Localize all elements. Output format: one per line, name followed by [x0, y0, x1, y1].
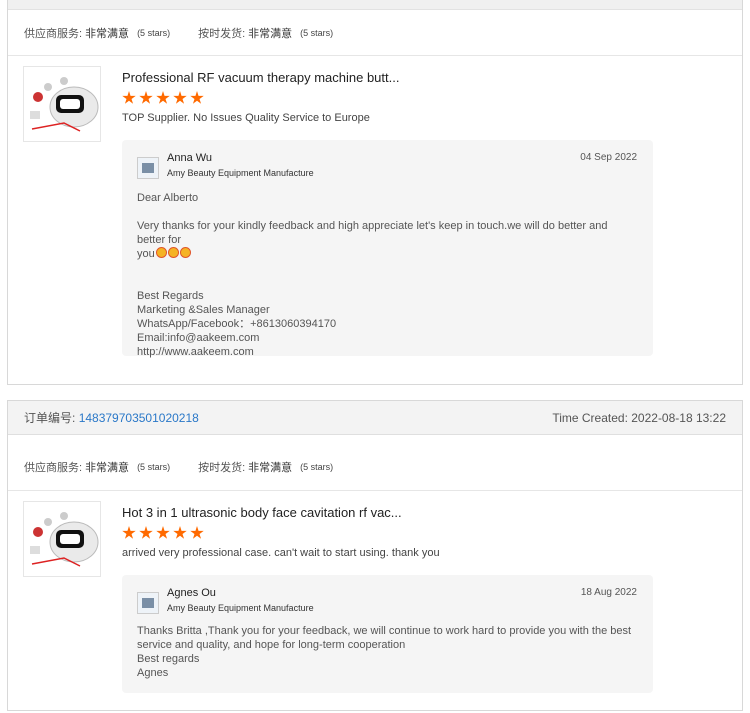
reply-author-name: Anna Wu	[167, 152, 213, 164]
smiling-face-emoji-icon	[167, 247, 179, 258]
smiling-face-emoji-icon	[155, 247, 167, 258]
card-header-strip	[8, 0, 742, 10]
reply-line: Very thanks for your kindly feedback and…	[137, 220, 608, 246]
reply-date: 18 Aug 2022	[580, 587, 637, 598]
reply-line	[137, 275, 637, 289]
star-icon	[173, 526, 187, 539]
rating-value: 非常满意	[248, 27, 293, 40]
review-block: Hot 3 in 1 ultrasonic body face cavitati…	[8, 491, 742, 709]
order-header: 订单编号: 148379703501020218 Time Created: 2…	[8, 401, 742, 435]
reply-company: Amy Beauty Equipment Manufacture	[167, 168, 314, 178]
rating-stars-text: (5 stars)	[300, 27, 334, 38]
reply-line: you	[137, 247, 637, 261]
star-icon	[122, 91, 136, 104]
ratings-row: 供应商服务: 非常满意 (5 stars) 按时发货: 非常满意 (5 star…	[8, 10, 742, 56]
product-image	[24, 67, 100, 141]
smiling-face-emoji-icon	[179, 247, 191, 258]
supplier-reply: Agnes Ou Amy Beauty Equipment Manufactur…	[122, 575, 653, 693]
rating-stars-text: (5 stars)	[137, 462, 171, 472]
supplier-service-rating: 供应商服务: 非常满意 (5 stars)	[24, 25, 170, 41]
reply-line: service and quality, and hope for long-t…	[137, 639, 406, 651]
review-block: Professional RF vacuum therapy machine b…	[8, 56, 742, 372]
order-card-2: 订单编号: 148379703501020218 Time Created: 2…	[7, 400, 743, 711]
product-title-link[interactable]: Professional RF vacuum therapy machine b…	[122, 70, 726, 85]
reply-line: Dear Alberto	[137, 192, 199, 204]
rating-label: 供应商服务:	[24, 27, 83, 40]
product-image	[24, 502, 100, 576]
review-text: TOP Supplier. No Issues Quality Service …	[122, 112, 370, 124]
star-icon	[156, 91, 170, 104]
rating-stars-text: (5 stars)	[300, 462, 334, 472]
order-number-group: 订单编号: 148379703501020218	[24, 409, 199, 426]
star-icon	[156, 526, 170, 539]
reply-body: Thanks Britta ,Thank you for your feedba…	[137, 624, 637, 680]
review-text: arrived very professional case. can't wa…	[122, 547, 440, 559]
star-icon	[122, 526, 136, 539]
product-title-link[interactable]: Hot 3 in 1 ultrasonic body face cavitati…	[122, 505, 726, 520]
rating-label: 供应商服务:	[24, 462, 83, 474]
reply-body: Dear Alberto Very thanks for your kindly…	[137, 191, 637, 359]
rating-value: 非常满意	[248, 462, 293, 474]
ratings-row: 供应商服务: 非常满意 (5 stars) 按时发货: 非常满意 (5 star…	[8, 435, 742, 491]
review-stars	[122, 526, 726, 540]
avatar	[137, 157, 159, 179]
reply-company: Amy Beauty Equipment Manufacture	[167, 603, 314, 613]
reply-line: Marketing &Sales Manager	[137, 304, 270, 316]
supplier-service-rating: 供应商服务: 非常满意 (5 stars)	[24, 459, 170, 475]
reply-line: Best Regards	[137, 290, 204, 302]
supplier-reply: Anna Wu Amy Beauty Equipment Manufacture…	[122, 140, 653, 359]
star-icon	[190, 91, 204, 104]
on-time-shipping-rating: 按时发货: 非常满意 (5 stars)	[198, 459, 333, 475]
reply-author-name: Agnes Ou	[167, 587, 216, 599]
reply-header: Anna Wu Amy Beauty Equipment Manufacture	[137, 152, 637, 179]
reply-line: WhatsApp/Facebook：+8613060394170	[137, 318, 337, 330]
reply-line-text: you	[137, 248, 155, 260]
order-number-label: 订单编号:	[24, 411, 76, 425]
reply-line	[137, 261, 637, 275]
star-icon	[139, 526, 153, 539]
review-stars	[122, 91, 726, 105]
reply-line: Best regards	[137, 653, 200, 665]
star-icon	[139, 91, 153, 104]
reply-line: Thanks Britta ,Thank you for your feedba…	[137, 625, 632, 637]
rating-label: 按时发货:	[198, 27, 246, 40]
time-created: Time Created: 2022-08-18 13:22	[552, 410, 726, 425]
reply-line: Agnes	[137, 667, 169, 679]
reply-header: Agnes Ou Amy Beauty Equipment Manufactur…	[137, 587, 637, 614]
star-icon	[190, 526, 204, 539]
rating-value: 非常满意	[85, 27, 130, 40]
star-icon	[173, 91, 187, 104]
product-thumbnail[interactable]	[23, 66, 101, 142]
reply-line: Email:info@aakeem.com	[137, 332, 260, 344]
on-time-shipping-rating: 按时发货: 非常满意 (5 stars)	[198, 25, 333, 41]
rating-stars-text: (5 stars)	[137, 27, 171, 38]
rating-label: 按时发货:	[198, 462, 246, 474]
order-card-1: 供应商服务: 非常满意 (5 stars) 按时发货: 非常满意 (5 star…	[7, 0, 743, 385]
product-thumbnail[interactable]	[23, 501, 101, 577]
reply-date: 04 Sep 2022	[580, 152, 637, 163]
rating-value: 非常满意	[85, 462, 130, 474]
avatar	[137, 592, 159, 614]
reply-line: http://www.aakeem.com	[137, 346, 254, 358]
order-number-link[interactable]: 148379703501020218	[79, 411, 199, 425]
reply-line	[137, 205, 637, 219]
